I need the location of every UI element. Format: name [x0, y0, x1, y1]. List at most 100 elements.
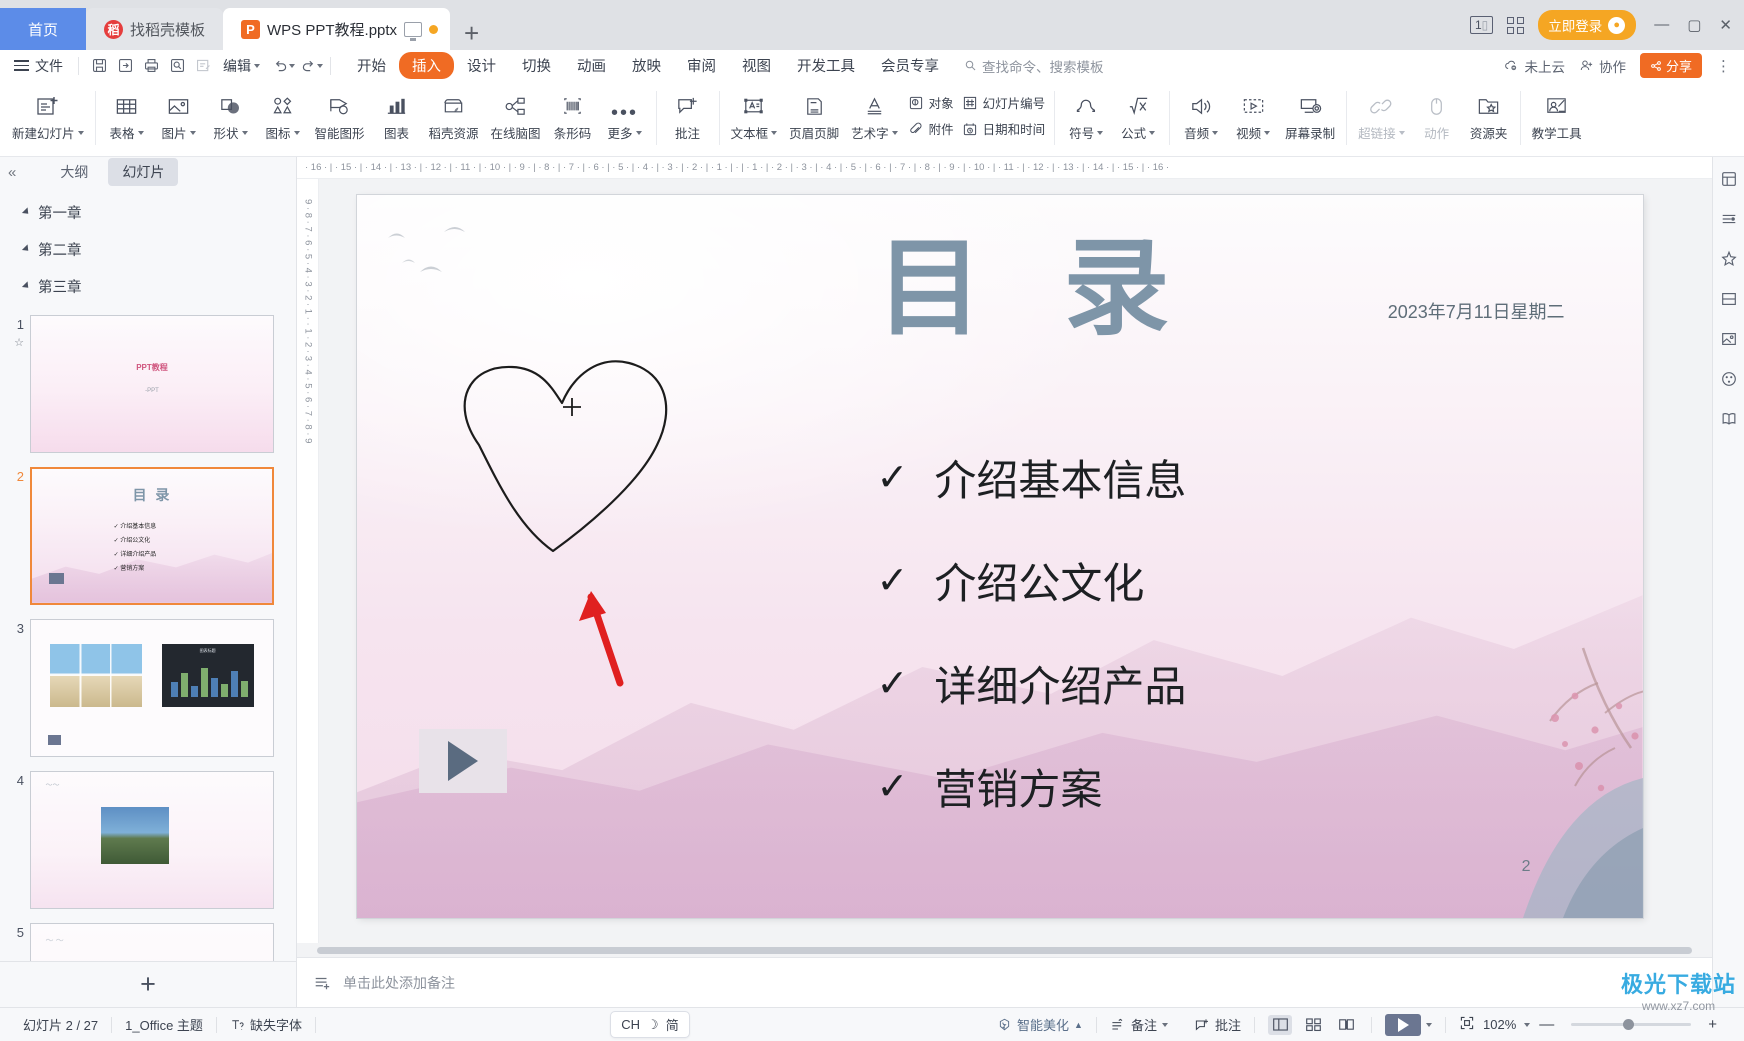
redo-chevron-icon[interactable] [317, 63, 323, 68]
audio-button[interactable]: 音频 [1175, 85, 1227, 142]
page-count-icon[interactable]: 1 ▯ [1469, 16, 1494, 34]
tab-home[interactable]: 首页 [0, 8, 86, 50]
zoom-level[interactable]: 102% [1480, 1017, 1519, 1032]
collapse-left-icon[interactable]: « [8, 164, 46, 181]
resource-folder-button[interactable]: 资源夹 [1463, 85, 1515, 142]
print-preview-icon[interactable] [164, 54, 190, 78]
toc-row-1[interactable]: ✓ 介绍基本信息 [877, 447, 1187, 508]
print-icon[interactable] [138, 54, 164, 78]
reading-panel-icon[interactable] [1717, 407, 1741, 431]
thumbnail-list[interactable]: 1 ☆ PPT教程 -PPT 2 目 录 ✓ 介绍基本信息 ✓ 介绍公文化 ✓ … [0, 309, 296, 961]
comment-button[interactable]: 批注 [662, 85, 714, 142]
online-mindmap-button[interactable]: 在线脑图 [485, 85, 547, 142]
tab-active-document[interactable]: P WPS PPT教程.pptx [223, 8, 451, 50]
tab-member-exclusive[interactable]: 会员专享 [868, 52, 952, 79]
maximize-button[interactable]: ▢ [1687, 16, 1701, 34]
table-button[interactable]: 表格 [101, 85, 153, 142]
play-slideshow-control[interactable] [1372, 1013, 1445, 1036]
video-button[interactable]: 视频 [1227, 85, 1279, 142]
screen-record-button[interactable]: 屏幕录制 [1279, 85, 1341, 142]
slide-date[interactable]: 2023年7月11日星期二 [1388, 298, 1565, 324]
wordart-button[interactable]: 艺术字 [845, 85, 904, 142]
tab-design[interactable]: 设计 [454, 52, 509, 79]
tab-transition[interactable]: 切换 [509, 52, 564, 79]
play-button[interactable] [1385, 1013, 1421, 1036]
apps-grid-icon[interactable] [1507, 16, 1525, 34]
search-command-input[interactable]: 查找命令、搜索模板 [964, 56, 1104, 76]
chapter-item-3[interactable]: 第三章 [21, 268, 296, 305]
icons-button[interactable]: 图标 [257, 85, 309, 142]
tab-developer-tools[interactable]: 开发工具 [784, 52, 868, 79]
slide-thumbnail-4[interactable]: 〜〜 [30, 770, 274, 909]
zoom-slider[interactable] [1571, 1019, 1692, 1030]
present-monitor-icon[interactable] [404, 21, 423, 41]
teaching-tools-button[interactable]: 教学工具 [1526, 85, 1588, 142]
format-panel-icon[interactable] [1717, 207, 1741, 231]
formula-button[interactable]: 公式 [1112, 85, 1164, 142]
slide-counter[interactable]: 幻灯片 2 / 27 [10, 1015, 111, 1034]
slide-thumbnail-2[interactable]: 目 录 ✓ 介绍基本信息 ✓ 介绍公文化 ✓ 详细介绍产品 ✓ 营销方案 [30, 466, 274, 605]
slide-thumbnail-5[interactable]: 〜 〜 [30, 922, 274, 961]
tab-start[interactable]: 开始 [344, 52, 399, 79]
zoom-in-button[interactable]: + [1704, 1016, 1721, 1033]
header-footer-button[interactable]: 页眉页脚 [783, 85, 845, 142]
toc-row-3[interactable]: ✓ 详细介绍产品 [877, 653, 1187, 714]
slide-thumbnail-1[interactable]: PPT教程 -PPT [30, 314, 274, 453]
thumbnail-row[interactable]: 3 图表标题 [0, 615, 296, 767]
toc-row-4[interactable]: ✓ 营销方案 [877, 756, 1187, 817]
slide-thumbnail-3[interactable]: 图表标题 [30, 618, 274, 757]
thumbnail-row[interactable]: 1 ☆ PPT教程 -PPT [0, 311, 296, 463]
slide-stage[interactable]: 目 录 2023年7月11日星期二 ✓ 介绍基本信息 ✓ 介绍公文化 ✓ 详细介… [319, 179, 1712, 943]
collaborate-button[interactable]: 协作 [1579, 56, 1626, 76]
thumbnail-row[interactable]: 5 〜 〜 [0, 919, 296, 961]
reading-view-button[interactable] [1334, 1015, 1358, 1035]
login-button[interactable]: 立即登录 ● [1538, 10, 1637, 40]
tab-docer-template[interactable]: 稻 找稻壳模板 [86, 8, 224, 50]
chapter-item-2[interactable]: 第二章 [21, 231, 296, 268]
animation-panel-icon[interactable] [1717, 247, 1741, 271]
missing-font-status[interactable]: 缺失字体 [217, 1015, 315, 1034]
zoom-out-button[interactable]: — [1535, 1016, 1558, 1033]
tab-insert[interactable]: 插入 [399, 52, 454, 79]
ime-indicator[interactable]: CH ☽ 简 [610, 1011, 690, 1038]
chart-button[interactable]: 图表 [371, 85, 423, 142]
tab-outline[interactable]: 大纲 [46, 158, 102, 186]
zoom-slider-handle[interactable] [1623, 1019, 1635, 1030]
tab-slideshow[interactable]: 放映 [619, 52, 674, 79]
save-as-icon[interactable] [112, 54, 138, 78]
edit-mode-dropdown[interactable]: 编辑 [216, 56, 267, 76]
new-tab-button[interactable]: + [450, 20, 493, 50]
notes-toggle-button[interactable]: 备注 [1097, 1015, 1181, 1034]
horizontal-ruler[interactable]: · 16 · | · 15 · | · 14 · | · 13 · | · 12… [297, 157, 1712, 179]
slide-sorter-view-button[interactable] [1301, 1015, 1325, 1035]
chevron-down-icon[interactable] [1426, 1022, 1432, 1027]
thumbnail-row[interactable]: 4 〜〜 [0, 767, 296, 919]
chevron-down-icon[interactable] [1524, 1022, 1531, 1027]
save-icon[interactable] [86, 54, 112, 78]
slide-canvas[interactable]: 目 录 2023年7月11日星期二 ✓ 介绍基本信息 ✓ 介绍公文化 ✓ 详细介… [356, 195, 1643, 918]
settings-panel-icon[interactable] [1717, 167, 1741, 191]
add-slide-button[interactable]: + [140, 971, 156, 998]
object-button[interactable]: 对象 [908, 93, 954, 112]
notes-pane[interactable]: 单击此处添加备注 [297, 957, 1712, 1007]
file-menu-button[interactable]: 文件 [10, 56, 71, 76]
smart-beautify-button[interactable]: 智能美化 ▲ [984, 1015, 1096, 1034]
tab-animation[interactable]: 动画 [564, 52, 619, 79]
attachment-button[interactable]: 附件 [908, 119, 954, 138]
chapter-item-1[interactable]: 第一章 [21, 194, 296, 231]
scrollbar-thumb[interactable] [317, 946, 1692, 954]
embedded-video-placeholder[interactable] [418, 729, 507, 793]
normal-view-button[interactable] [1268, 1014, 1292, 1035]
close-button[interactable]: ✕ [1719, 16, 1732, 34]
shapes-button[interactable]: 形状 [205, 85, 257, 142]
cloud-status[interactable]: 未上云 [1504, 56, 1565, 76]
barcode-button[interactable]: 条形码 [547, 85, 599, 142]
more-options-icon[interactable]: ⋮ [1716, 57, 1732, 75]
date-time-button[interactable]: 日期和时间 [962, 119, 1045, 138]
layout-panel-icon[interactable] [1717, 287, 1741, 311]
more-button[interactable]: ••• 更多 [599, 85, 651, 142]
slide-number-button[interactable]: 幻灯片编号 [962, 93, 1045, 112]
share-button[interactable]: 分享 [1639, 53, 1702, 78]
slide-toc-list[interactable]: ✓ 介绍基本信息 ✓ 介绍公文化 ✓ 详细介绍产品 ✓ 营销方案 [877, 447, 1187, 859]
vertical-ruler[interactable]: 9 · 8 · 7 · 6 · 5 · 4 · 3 · 2 · 1 · · 1 … [297, 179, 319, 943]
